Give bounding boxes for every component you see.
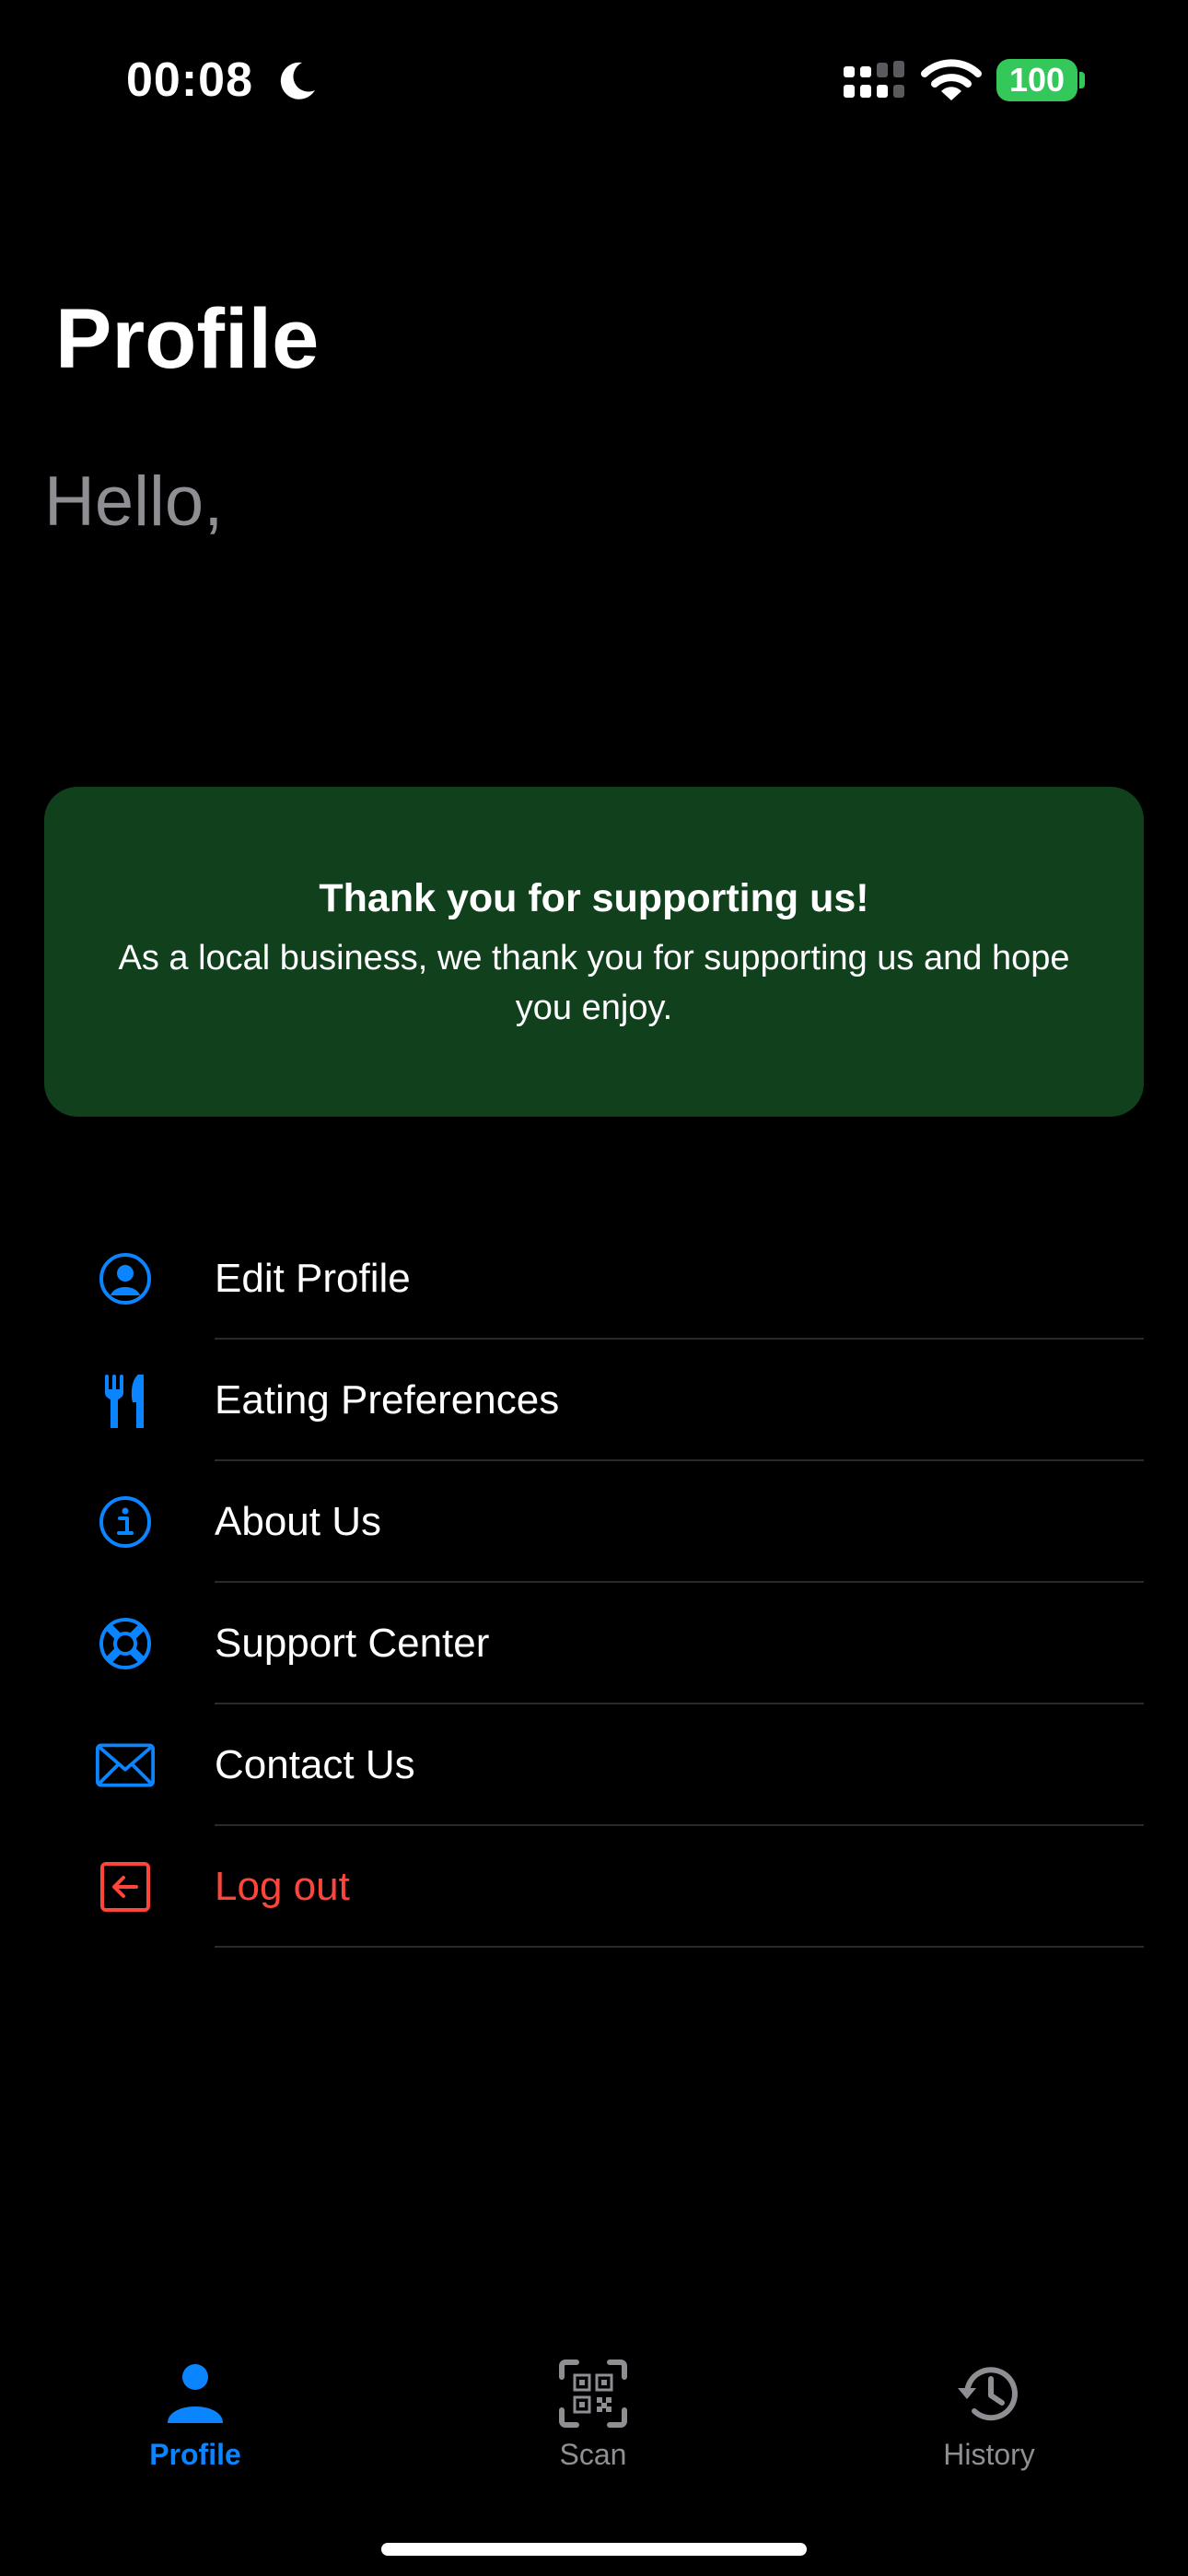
menu-label: Contact Us <box>215 1742 415 1787</box>
greeting-text: Hello, <box>44 463 224 541</box>
home-indicator[interactable] <box>381 2543 807 2556</box>
menu-item-about-us[interactable]: About Us <box>0 1461 1188 1583</box>
profile-menu: Edit Profile Eating Preferences About Us <box>0 1218 1188 1948</box>
menu-label: About Us <box>215 1499 381 1544</box>
logout-icon <box>100 1862 150 1912</box>
menu-item-log-out[interactable]: Log out <box>0 1826 1188 1948</box>
wifi-icon <box>921 59 982 100</box>
qr-scan-icon <box>559 2359 627 2428</box>
tab-label: Profile <box>149 2438 241 2471</box>
menu-item-contact-us[interactable]: Contact Us <box>0 1704 1188 1826</box>
person-icon <box>168 2364 223 2423</box>
menu-item-support-center[interactable]: Support Center <box>0 1583 1188 1704</box>
fork-knife-icon <box>105 1375 144 1428</box>
tab-history[interactable]: History <box>897 2359 1081 2488</box>
page-title: Profile <box>55 292 320 386</box>
menu-label: Log out <box>215 1864 350 1909</box>
tab-profile[interactable]: Profile <box>103 2359 287 2488</box>
tab-scan[interactable]: Scan <box>501 2359 685 2488</box>
info-circle-icon <box>99 1496 151 1548</box>
history-icon <box>958 2367 1018 2421</box>
tab-label: Scan <box>559 2438 627 2471</box>
status-time: 00:08 <box>126 53 253 107</box>
menu-label: Eating Preferences <box>215 1377 560 1423</box>
menu-item-eating-preferences[interactable]: Eating Preferences <box>0 1340 1188 1461</box>
person-circle-icon <box>99 1253 151 1305</box>
banner-title: Thank you for supporting us! <box>319 876 869 920</box>
menu-label: Edit Profile <box>215 1256 411 1301</box>
lifebuoy-icon <box>99 1618 151 1669</box>
divider <box>215 1946 1144 1948</box>
menu-item-edit-profile[interactable]: Edit Profile <box>0 1218 1188 1340</box>
banner-text: As a local business, we thank you for su… <box>118 939 1070 1027</box>
tab-label: History <box>943 2438 1035 2471</box>
moon-icon <box>280 62 315 100</box>
menu-label: Support Center <box>215 1621 490 1666</box>
cellular-signal-icon <box>844 61 904 98</box>
support-banner: Thank you for supporting us! As a local … <box>44 787 1144 1117</box>
envelope-icon <box>96 1743 155 1787</box>
battery-indicator: 100 <box>996 59 1077 101</box>
battery-tip <box>1079 72 1085 88</box>
